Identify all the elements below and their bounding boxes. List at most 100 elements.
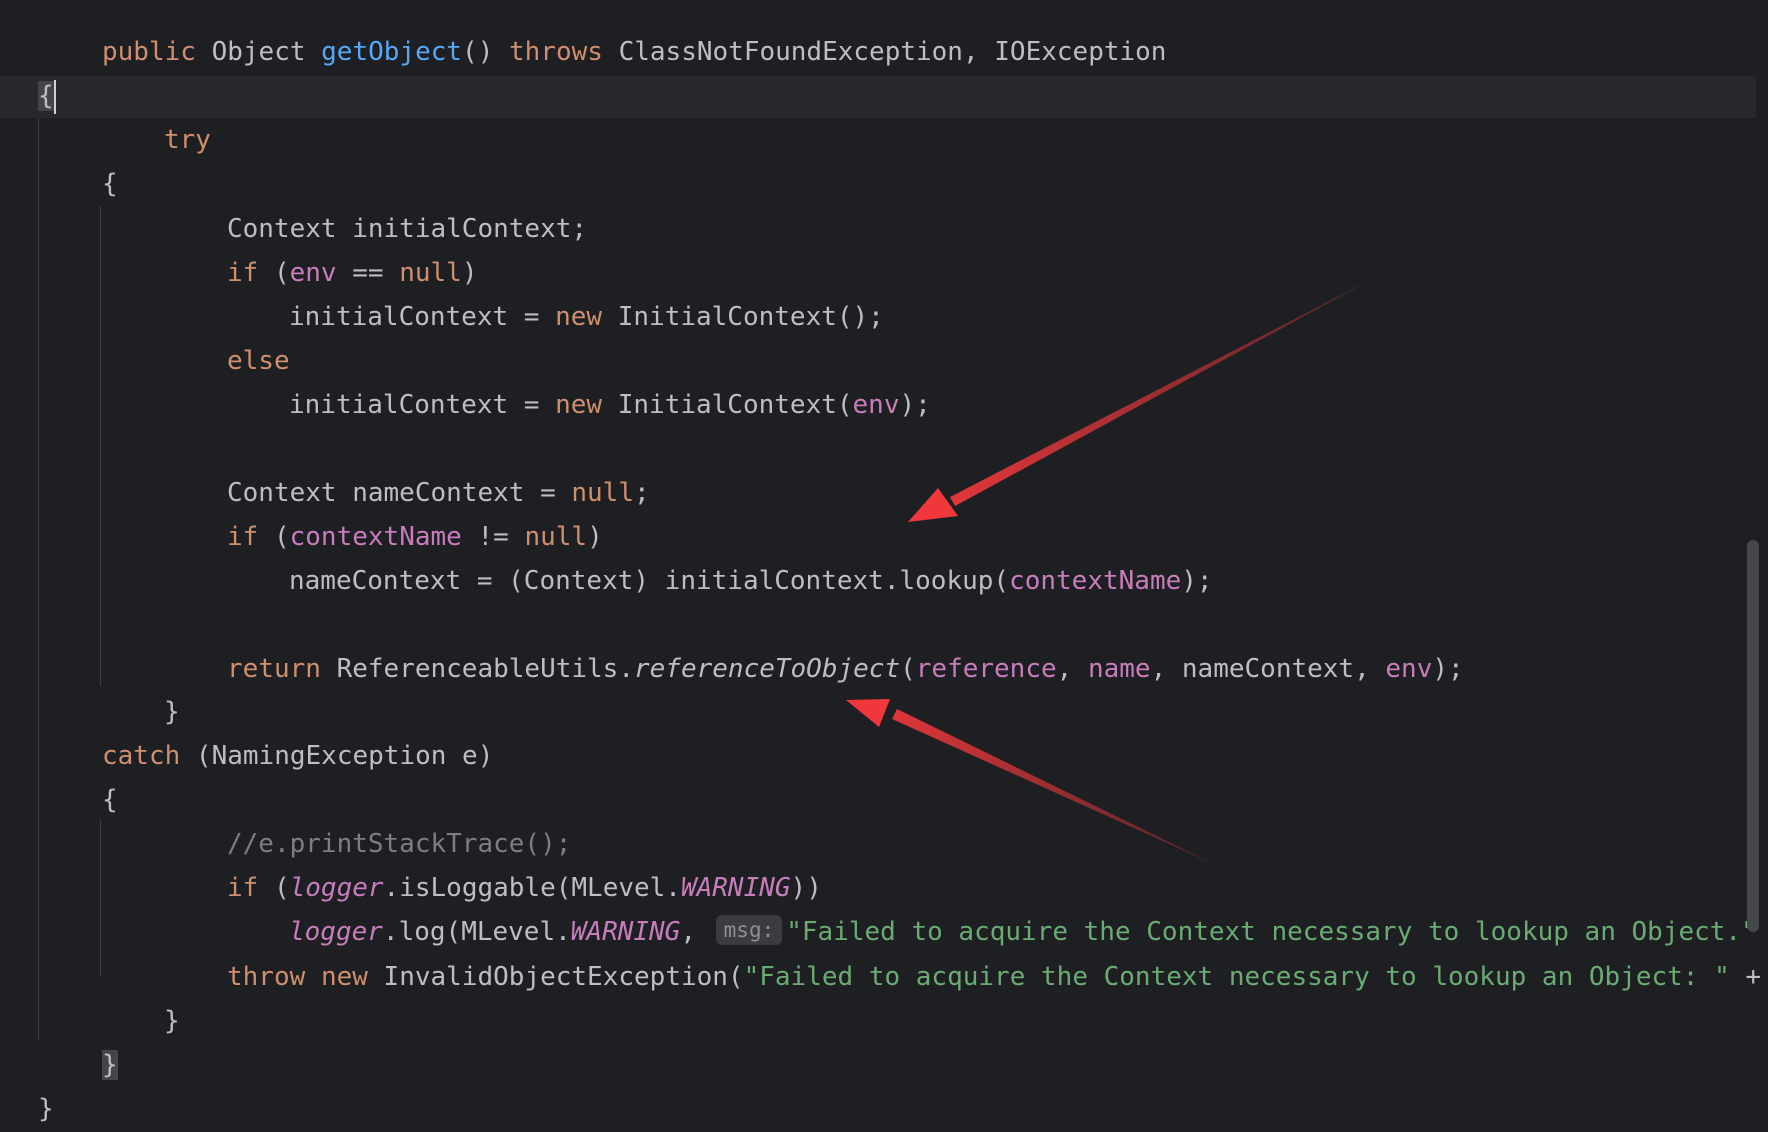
code-token: if <box>227 258 259 288</box>
code-line[interactable]: try <box>164 118 211 162</box>
code-line[interactable]: } <box>38 1087 54 1131</box>
code-token: contextName <box>289 522 462 552</box>
code-line[interactable]: initialContext = new InitialContext(env)… <box>289 383 931 427</box>
code-token: logger <box>289 917 383 947</box>
code-token: //e.printStackTrace(); <box>227 829 572 859</box>
vertical-scrollbar[interactable] <box>1740 0 1768 1132</box>
code-token: ; <box>634 478 650 508</box>
code-line[interactable]: } <box>164 690 180 734</box>
code-token: } <box>164 1006 180 1036</box>
code-token: ReferenceableUtils. <box>320 654 634 684</box>
code-line[interactable]: else <box>227 339 290 383</box>
code-line[interactable]: } <box>102 1043 118 1087</box>
code-line[interactable]: //e.printStackTrace(); <box>227 822 571 866</box>
code-line[interactable]: if (logger.isLoggable(MLevel.WARNING)) <box>227 866 822 910</box>
code-token: { <box>102 169 118 199</box>
code-token: ) <box>587 522 603 552</box>
indent-guide <box>100 206 101 686</box>
code-line[interactable]: throw new InvalidObjectException("Failed… <box>227 955 1761 999</box>
code-token: , nameContext, <box>1150 654 1386 684</box>
code-editor[interactable]: public Object getObject() throws ClassNo… <box>0 0 1768 1132</box>
code-token: ClassNotFoundException, IOException <box>602 37 1167 67</box>
code-token: .log(MLevel. <box>382 917 571 947</box>
code-token: throws <box>509 37 603 67</box>
code-token: if <box>227 873 259 903</box>
code-token: name <box>1087 654 1151 684</box>
code-line[interactable]: initialContext = new InitialContext(); <box>289 295 884 339</box>
code-line[interactable]: return ReferenceableUtils.referenceToObj… <box>227 647 1464 691</box>
code-token: contextName <box>1009 566 1182 596</box>
code-line[interactable]: nameContext = (Context) initialContext.l… <box>289 559 1213 603</box>
code-token: () <box>462 37 510 67</box>
code-token: reference <box>915 654 1057 684</box>
code-token: ); <box>1181 566 1213 596</box>
code-token: != <box>461 522 525 552</box>
code-line[interactable]: catch (NamingException e) <box>102 734 493 778</box>
code-token: WARNING <box>570 917 681 947</box>
code-token: public <box>102 37 196 67</box>
code-token: if <box>227 522 259 552</box>
code-token: ) <box>461 258 478 288</box>
code-token: , <box>680 917 712 947</box>
indent-guide <box>100 820 101 976</box>
code-token: ( <box>258 258 290 288</box>
code-line[interactable]: if (env == null) <box>227 251 478 295</box>
code-token: logger <box>289 873 384 903</box>
code-token: .isLoggable(MLevel. <box>383 873 681 903</box>
code-token: getObject <box>321 37 463 67</box>
code-token: { <box>38 81 54 111</box>
code-token: referenceToObject <box>634 654 901 684</box>
code-token: , <box>1056 654 1088 684</box>
code-token: ); <box>1432 654 1464 684</box>
text-caret <box>53 79 56 114</box>
code-token: null <box>399 258 462 288</box>
code-token: "Failed to acquire the Context necessary… <box>786 917 1757 947</box>
code-line[interactable]: { <box>102 162 118 206</box>
code-token: env <box>852 390 900 420</box>
code-token: Context initialContext; <box>227 214 588 244</box>
code-token: initialContext = <box>289 302 556 332</box>
code-token: nameContext = (Context) initialContext.l… <box>289 566 1010 596</box>
code-line[interactable]: logger.log(MLevel.WARNING, msg: "Failed t… <box>289 910 1757 954</box>
code-token: env <box>289 258 337 288</box>
code-line[interactable]: Context initialContext; <box>227 207 587 251</box>
code-token: catch <box>102 741 181 771</box>
code-token: return <box>227 654 321 684</box>
code-line[interactable]: public Object getObject() throws ClassNo… <box>102 30 1166 74</box>
code-token: { <box>102 785 118 815</box>
code-token: } <box>38 1094 54 1124</box>
code-token: InitialContext( <box>602 390 853 420</box>
code-token: else <box>227 346 290 376</box>
code-token: new <box>555 390 603 420</box>
code-token: env <box>1385 654 1433 684</box>
code-token: InvalidObjectException( <box>367 962 744 992</box>
code-token: ); <box>899 390 931 420</box>
code-token: Context nameContext = <box>227 478 572 508</box>
code-token: } <box>102 1050 118 1080</box>
code-line[interactable]: } <box>164 999 180 1043</box>
code-token: throw <box>227 962 306 992</box>
indent-guide <box>38 118 39 1040</box>
scrollbar-thumb[interactable] <box>1747 540 1759 932</box>
code-token: } <box>164 697 180 727</box>
code-token: (NamingException e) <box>180 741 494 771</box>
code-token: new <box>555 302 603 332</box>
code-token: InitialContext(); <box>602 302 884 332</box>
code-token: ( <box>258 873 290 903</box>
code-token: ( <box>258 522 290 552</box>
arrow-to-lookup <box>908 276 1378 522</box>
code-line[interactable]: Context nameContext = null; <box>227 471 650 515</box>
code-token: == <box>336 258 400 288</box>
code-token: try <box>164 125 211 155</box>
code-line[interactable]: if (contextName != null) <box>227 515 603 559</box>
code-line[interactable]: { <box>102 778 118 822</box>
code-line[interactable]: { <box>38 74 56 118</box>
code-token: null <box>524 522 588 552</box>
code-token: WARNING <box>680 873 791 903</box>
parameter-hint: msg: <box>715 915 783 945</box>
code-token: ( <box>900 654 916 684</box>
arrow-to-reference-to-object <box>846 699 1218 866</box>
code-token: initialContext = <box>289 390 556 420</box>
code-token: Object <box>195 37 322 67</box>
